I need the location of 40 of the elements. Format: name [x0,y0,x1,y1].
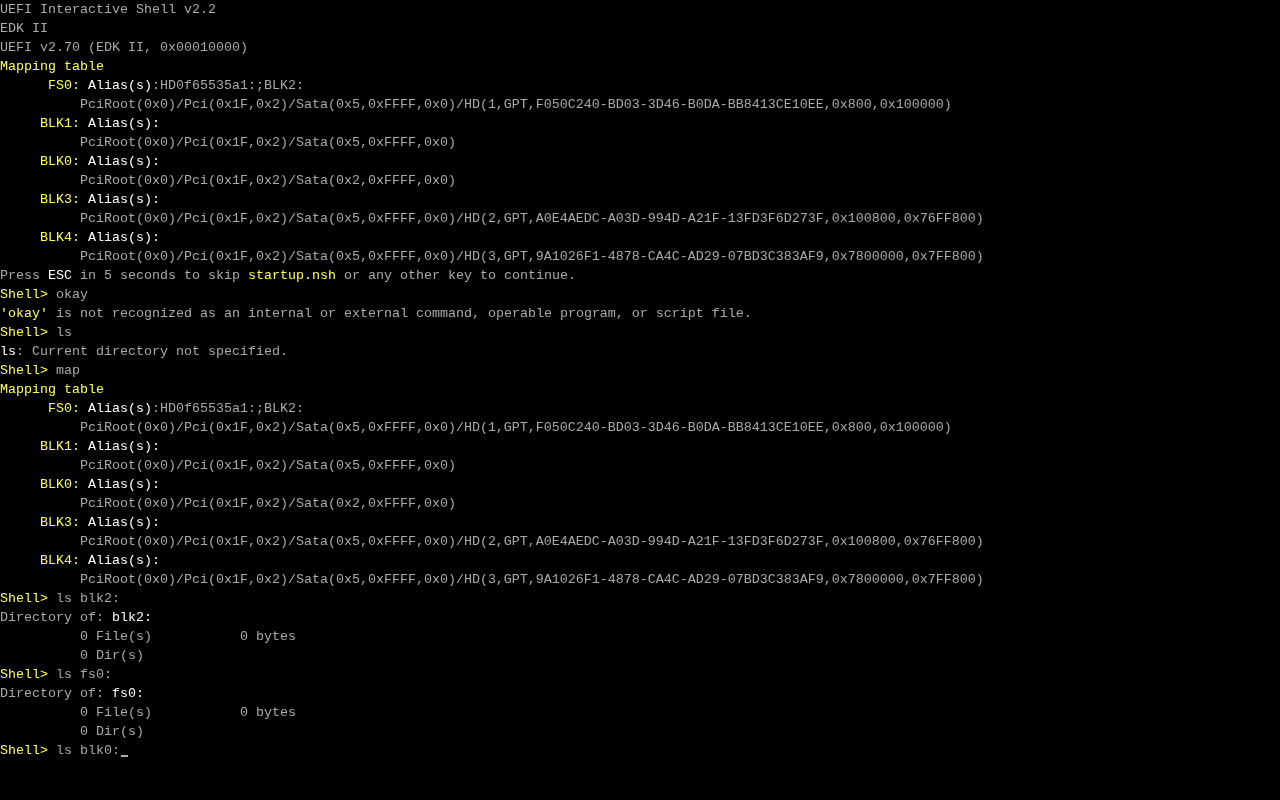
console-line: Directory of: blk2: [0,609,152,626]
device-path: PciRoot(0x0)/Pci(0x1F,0x2)/Sata(0x2,0xFFFF,0x0) [79,495,456,512]
command-line: Shell> ls fs0: [0,666,112,683]
device-mapping: FS0: Alias(s):HD0f65535a1:;BLK2: [48,400,304,417]
console-line: Mapping table [0,381,104,398]
device-path: 0 File(s) 0 bytes [79,704,296,721]
command-line: Shell> ls blk0: [0,742,120,759]
device-path: 0 Dir(s) [79,723,144,740]
console-line: ls: Current directory not specified. [0,343,288,360]
device-path: PciRoot(0x0)/Pci(0x1F,0x2)/Sata(0x2,0xFFFF,0x0) [79,172,456,189]
console-line: Mapping table [0,58,104,75]
command-line: Shell> ls [0,324,72,341]
device-path: 0 Dir(s) [79,647,144,664]
device-mapping: BLK1: Alias(s): [40,438,160,455]
device-mapping: FS0: Alias(s):HD0f65535a1:;BLK2: [48,77,304,94]
console-line: Press ESC in 5 seconds to skip startup.nsh or any other key to continue. [0,267,576,284]
console-line: UEFI Interactive Shell v2.2 [0,1,216,18]
device-path: PciRoot(0x0)/Pci(0x1F,0x2)/Sata(0x5,0xFFFF,0x0) [79,134,456,151]
console-line: EDK II [0,20,48,37]
console-line: UEFI v2.70 (EDK II, 0x00010000) [0,39,248,56]
device-mapping: BLK3: Alias(s): [40,191,160,208]
device-path: PciRoot(0x0)/Pci(0x1F,0x2)/Sata(0x5,0xFFFF,0x0)/HD(2,GPT,A0E4AEDC-A03D-994D-A21F-13FD3F6D273F,0x100800,0x76FF800) [79,210,984,227]
device-mapping: BLK4: Alias(s): [40,229,160,246]
device-path: PciRoot(0x0)/Pci(0x1F,0x2)/Sata(0x5,0xFFFF,0x0)/HD(3,GPT,9A1026F1-4878-CA4C-AD29-07BD3C383AF9,0x7800000,0x7FF800) [79,571,984,588]
device-mapping: BLK0: Alias(s): [40,476,160,493]
console-line: Directory of: fs0: [0,685,144,702]
device-path: PciRoot(0x0)/Pci(0x1F,0x2)/Sata(0x5,0xFFFF,0x0)/HD(1,GPT,F050C240-BD03-3D46-B0DA-BB8413CE10EE,0x800,0x100000) [79,96,952,113]
device-mapping: BLK1: Alias(s): [40,115,160,132]
device-mapping: BLK3: Alias(s): [40,514,160,531]
device-path: PciRoot(0x0)/Pci(0x1F,0x2)/Sata(0x5,0xFFFF,0x0)/HD(3,GPT,9A1026F1-4878-CA4C-AD29-07BD3C383AF9,0x7800000,0x7FF800) [79,248,984,265]
console-line: 'okay' is not recognized as an internal or external command, operable program, or script file. [0,305,752,322]
device-mapping: BLK0: Alias(s): [40,153,160,170]
device-path: PciRoot(0x0)/Pci(0x1F,0x2)/Sata(0x5,0xFFFF,0x0)/HD(1,GPT,F050C240-BD03-3D46-B0DA-BB8413CE10EE,0x800,0x100000) [79,419,952,436]
command-line: Shell> ls blk2: [0,590,120,607]
command-line: Shell> map [0,362,80,379]
command-line: Shell> okay [0,286,88,303]
device-mapping: BLK4: Alias(s): [40,552,160,569]
device-path: PciRoot(0x0)/Pci(0x1F,0x2)/Sata(0x5,0xFFFF,0x0)/HD(2,GPT,A0E4AEDC-A03D-994D-A21F-13FD3F6D273F,0x100800,0x76FF800) [79,533,984,550]
device-path: 0 File(s) 0 bytes [79,628,296,645]
device-path: PciRoot(0x0)/Pci(0x1F,0x2)/Sata(0x5,0xFFFF,0x0) [79,457,456,474]
